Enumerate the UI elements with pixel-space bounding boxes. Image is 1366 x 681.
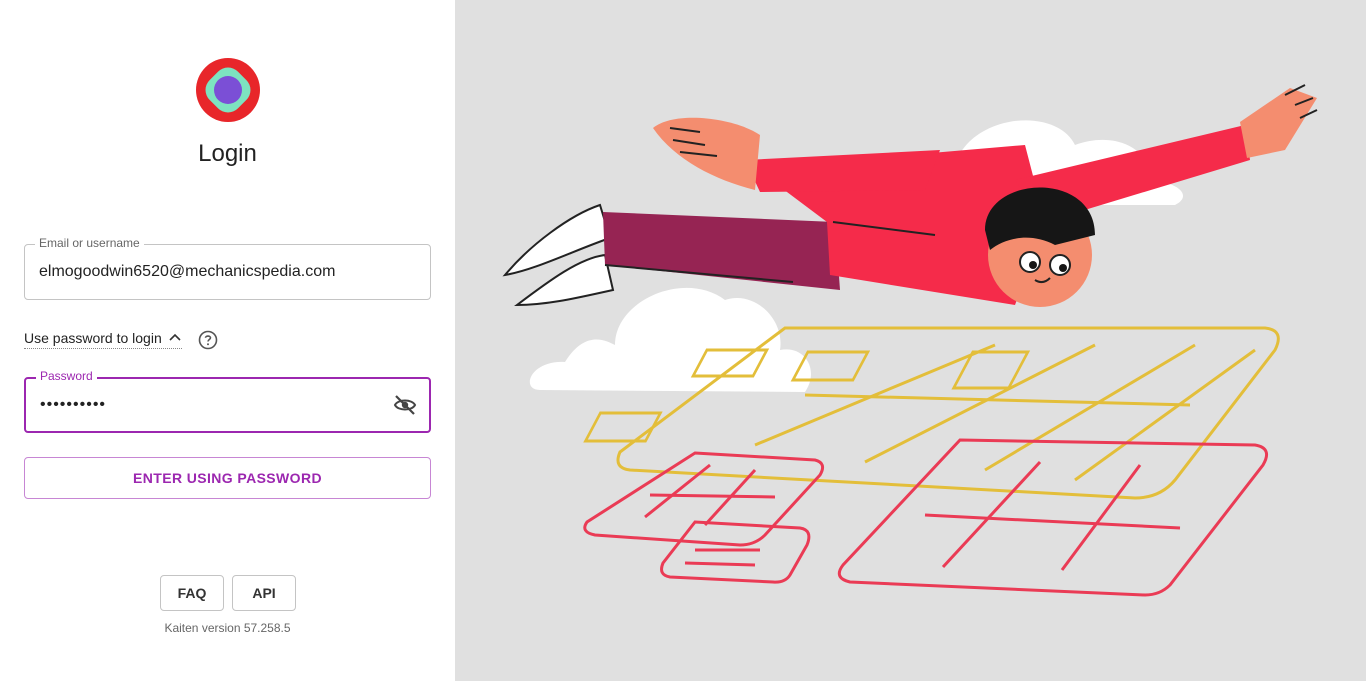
email-field-label: Email or username xyxy=(35,236,144,250)
email-field[interactable]: Email or username elmogoodwin6520@mechan… xyxy=(24,236,431,300)
use-password-toggle-label: Use password to login xyxy=(24,330,162,346)
enter-using-password-button[interactable]: ENTER USING PASSWORD xyxy=(24,457,431,499)
password-field-label: Password xyxy=(36,369,97,383)
password-field[interactable]: Password •••••••••• xyxy=(24,369,431,433)
api-button[interactable]: API xyxy=(232,575,296,611)
page-title: Login xyxy=(198,140,257,167)
logo-icon xyxy=(196,58,260,122)
use-password-toggle[interactable]: Use password to login xyxy=(24,330,182,349)
version-text: Kaiten version 57.258.5 xyxy=(164,621,291,635)
red-board xyxy=(583,438,1269,597)
help-circle-icon[interactable] xyxy=(198,330,218,350)
chevron-up-icon xyxy=(169,333,181,341)
flying-person xyxy=(502,84,1318,307)
faq-button[interactable]: FAQ xyxy=(160,575,224,611)
email-field-value[interactable]: elmogoodwin6520@mechanicspedia.com xyxy=(39,263,335,281)
password-field-value[interactable]: •••••••••• xyxy=(40,396,106,414)
illustration-panel xyxy=(455,0,1366,681)
flying-person-illustration xyxy=(502,84,1318,597)
login-panel: Login Email or username elmogoodwin6520@… xyxy=(0,0,455,681)
eye-off-icon[interactable] xyxy=(393,393,417,417)
